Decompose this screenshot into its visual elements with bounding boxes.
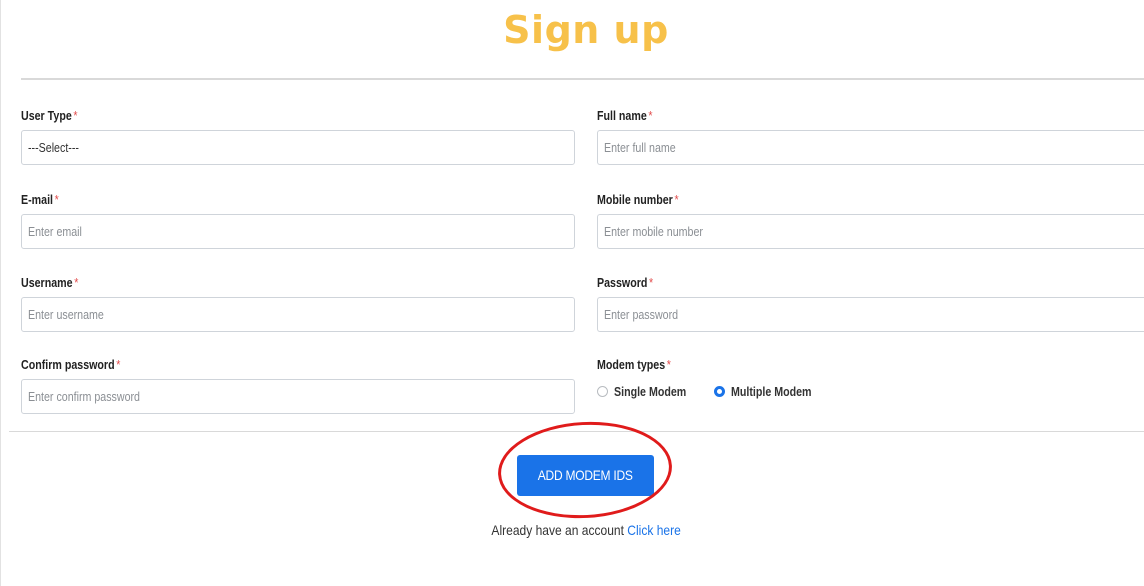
username-label: Username * — [21, 275, 79, 290]
username-field: Username * Enter username — [21, 275, 575, 332]
confirm-password-input[interactable]: Enter confirm password — [21, 379, 575, 414]
full-name-input[interactable]: Enter full name — [597, 130, 1144, 165]
password-input[interactable]: Enter password — [597, 297, 1144, 332]
confirm-password-field: Confirm password * Enter confirm password — [21, 357, 575, 414]
login-link[interactable]: Click here — [627, 522, 681, 538]
radio-single-modem-label[interactable]: Single Modem — [614, 384, 686, 399]
username-input[interactable]: Enter username — [21, 297, 575, 332]
user-type-select[interactable]: ---Select--- — [21, 130, 575, 165]
confirm-password-label: Confirm password * — [21, 357, 121, 372]
mobile-placeholder: Enter mobile number — [604, 224, 703, 239]
form-divider — [9, 431, 1144, 432]
radio-multiple-modem-label[interactable]: Multiple Modem — [731, 384, 812, 399]
confirm-password-placeholder: Enter confirm password — [28, 389, 140, 404]
password-label: Password * — [597, 275, 654, 290]
mobile-field: Mobile number * Enter mobile number — [597, 192, 1144, 249]
password-placeholder: Enter password — [604, 307, 679, 322]
radio-single-modem[interactable]: Single Modem — [597, 384, 702, 399]
mobile-label: Mobile number * — [597, 192, 679, 207]
user-type-field: User Type * ---Select--- — [21, 108, 575, 165]
email-placeholder: Enter email — [28, 224, 82, 239]
page-title: Sign up — [503, 8, 669, 52]
radio-selected-icon[interactable] — [714, 385, 726, 397]
login-prompt-text: Already have an account — [491, 522, 624, 538]
modem-types-label: Modem types * — [597, 357, 671, 372]
user-type-label: User Type * — [21, 108, 78, 123]
email-input[interactable]: Enter email — [21, 214, 575, 249]
modem-types-radio-group: Single Modem Multiple Modem — [597, 381, 1144, 401]
modem-types-field: Modem types * Single Modem Multiple Modem — [597, 357, 1144, 401]
title-divider — [21, 78, 1144, 80]
email-field: E-mail * Enter email — [21, 192, 575, 249]
add-modem-ids-button[interactable]: ADD MODEM IDS — [517, 455, 654, 496]
mobile-input[interactable]: Enter mobile number — [597, 214, 1144, 249]
full-name-placeholder: Enter full name — [604, 140, 676, 155]
login-prompt: Already have an account Click here — [1, 522, 1144, 538]
signup-page: Sign up User Type * ---Select--- Full nam… — [0, 0, 1144, 586]
username-placeholder: Enter username — [28, 307, 104, 322]
user-type-value: ---Select--- — [28, 140, 79, 155]
radio-multiple-modem[interactable]: Multiple Modem — [714, 384, 829, 399]
email-label: E-mail * — [21, 192, 59, 207]
password-field: Password * Enter password — [597, 275, 1144, 332]
full-name-label: Full name * — [597, 108, 653, 123]
full-name-field: Full name * Enter full name — [597, 108, 1144, 165]
radio-circle-icon[interactable] — [597, 385, 608, 397]
